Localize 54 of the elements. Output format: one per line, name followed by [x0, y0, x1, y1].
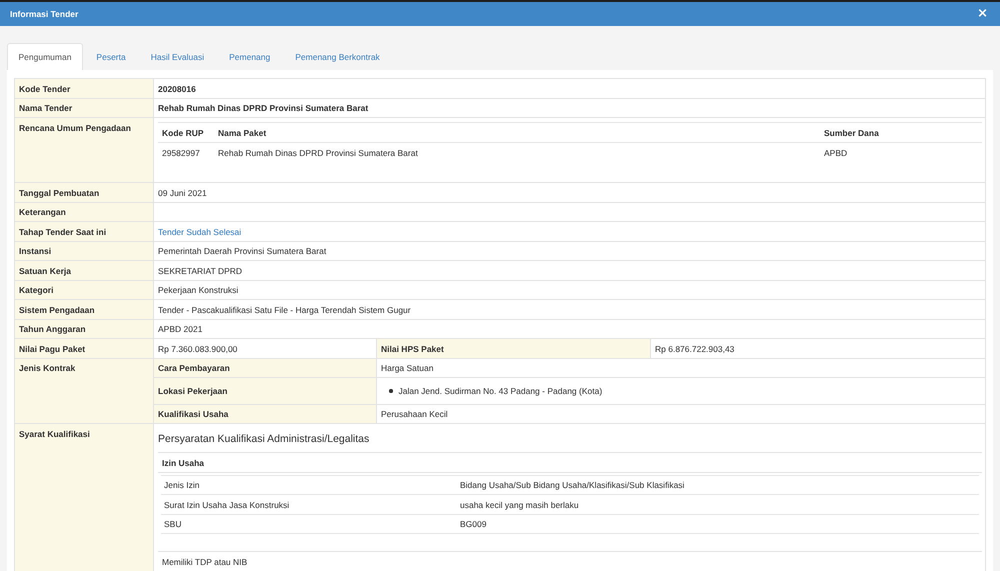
field-label: Sistem Pengadaan: [15, 300, 154, 320]
field-label: Nilai Pagu Paket: [15, 339, 154, 358]
column-header: Nama Paket: [214, 122, 820, 142]
bullet-icon: [389, 389, 392, 393]
tab[interactable]: Peserta: [84, 43, 138, 70]
field-value: Perusahaan Kecil: [376, 404, 985, 423]
window-title: Informasi Tender: [10, 9, 78, 19]
tab[interactable]: Hasil Evaluasi: [139, 43, 216, 70]
field-value: Tender - Pascakualifikasi Satu File - Harga Terendah Sistem Gugur: [154, 300, 986, 320]
field-value: SEKRETARIAT DPRD: [154, 261, 986, 280]
field-value: Harga Satuan: [376, 358, 985, 378]
field-label: Satuan Kerja: [15, 261, 154, 280]
table-cell: 29582997: [158, 142, 214, 162]
section-title: Izin Usaha: [158, 452, 982, 472]
field-label: Rencana Umum Pengadaan: [15, 118, 154, 183]
field-value: Pemerintah Daerah Provinsi Sumatera Barat: [154, 242, 986, 261]
field-label: Kode Tender: [15, 79, 154, 98]
list-item: Jalan Jend. Sudirman No. 43 Padang - Padang (Kota): [398, 386, 602, 396]
field-label: Lokasi Pekerjaan: [154, 378, 376, 404]
column-header: Kode RUP: [158, 122, 214, 142]
field-label: Kategori: [15, 280, 154, 300]
table-cell: Surat Izin Usaha Jasa Konstruksi: [161, 495, 456, 514]
column-header: Sumber Dana: [820, 122, 982, 142]
field-value: Rp 7.360.083.900,00: [157, 342, 238, 356]
field-value: Rp 6.876.722.903,43: [650, 339, 985, 358]
table-cell: Bidang Usaha/Sub Bidang Usaha/Klasifikasi/Sub Klasifikasi: [456, 474, 979, 495]
field-label: Cara Pembayaran: [154, 358, 376, 378]
table-cell: Rehab Rumah Dinas DPRD Provinsi Sumatera Barat: [214, 142, 820, 162]
field-label: Nama Tender: [15, 98, 154, 118]
field-value: 09 Juni 2021: [154, 183, 986, 202]
field-label: Jenis Kontrak: [15, 358, 154, 424]
field-value: Rehab Rumah Dinas DPRD Provinsi Sumatera Barat: [154, 98, 986, 118]
field-label: Tahap Tender Saat ini: [15, 222, 154, 242]
requirement-note: Memiliki TDP atau NIB: [158, 551, 982, 571]
field-label: Tanggal Pembuatan: [15, 183, 154, 202]
table-cell: Jenis Izin: [161, 474, 456, 495]
field-label: Tahun Anggaran: [15, 320, 154, 339]
field-label: Syarat Kualifikasi: [15, 424, 154, 571]
field-label: Keterangan: [15, 202, 154, 222]
field-label: Instansi: [15, 242, 154, 261]
section-heading: Persyaratan Kualifikasi Administrasi/Legalitas: [158, 432, 370, 447]
table-cell: usaha kecil yang masih berlaku: [456, 495, 979, 514]
table-cell: SBU: [161, 514, 456, 534]
table-cell: APBD: [820, 142, 982, 162]
field-value: Pekerjaan Konstruksi: [154, 280, 986, 300]
tab[interactable]: Pengumuman: [7, 43, 83, 70]
stage-link[interactable]: Tender Sudah Selesai: [158, 226, 242, 236]
field-value: 20208016: [154, 79, 986, 98]
tab[interactable]: Pemenang: [218, 43, 282, 70]
tab[interactable]: Pemenang Berkontrak: [284, 43, 392, 70]
table-cell: BG009: [456, 514, 979, 534]
field-label: Kualifikasi Usaha: [154, 404, 376, 423]
close-button[interactable]: ×: [975, 7, 990, 21]
field-label: Nilai HPS Paket: [376, 339, 650, 358]
